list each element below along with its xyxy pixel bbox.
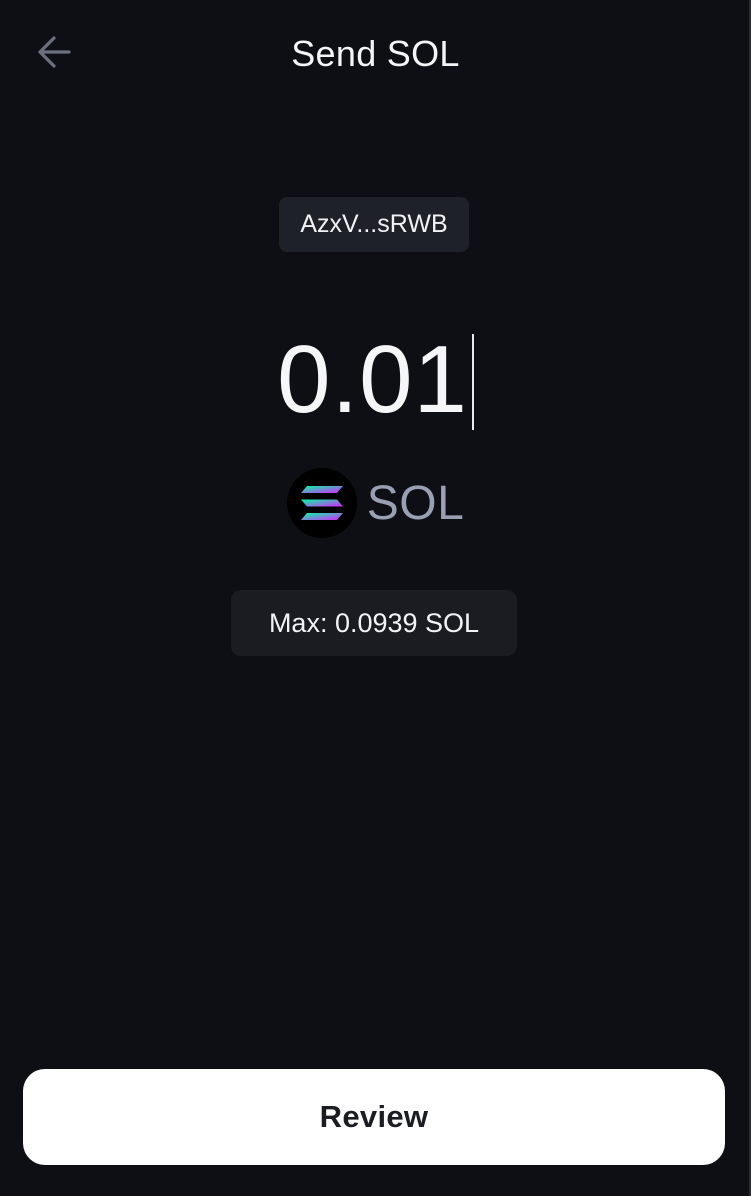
amount-input-field[interactable]: 0.01 — [0, 325, 751, 435]
max-amount-label: Max: 0.0939 SOL — [268, 607, 480, 638]
page-title: Send SOL — [291, 33, 460, 74]
recipient-address-chip[interactable]: AzxV...sRWB — [279, 197, 469, 252]
token-selector[interactable]: SOL — [0, 467, 751, 539]
review-button-label: Review — [319, 1099, 429, 1134]
recipient-address: AzxV...sRWB — [300, 210, 448, 238]
header: Send SOL — [0, 0, 751, 108]
amount-value[interactable]: 0.01 — [277, 325, 468, 435]
token-symbol: SOL — [366, 476, 465, 530]
max-amount-button[interactable]: Max: 0.0939 SOL — [231, 590, 517, 656]
solana-logo-icon — [286, 468, 357, 538]
text-caret — [471, 334, 474, 430]
review-button[interactable]: Review — [23, 1069, 725, 1165]
